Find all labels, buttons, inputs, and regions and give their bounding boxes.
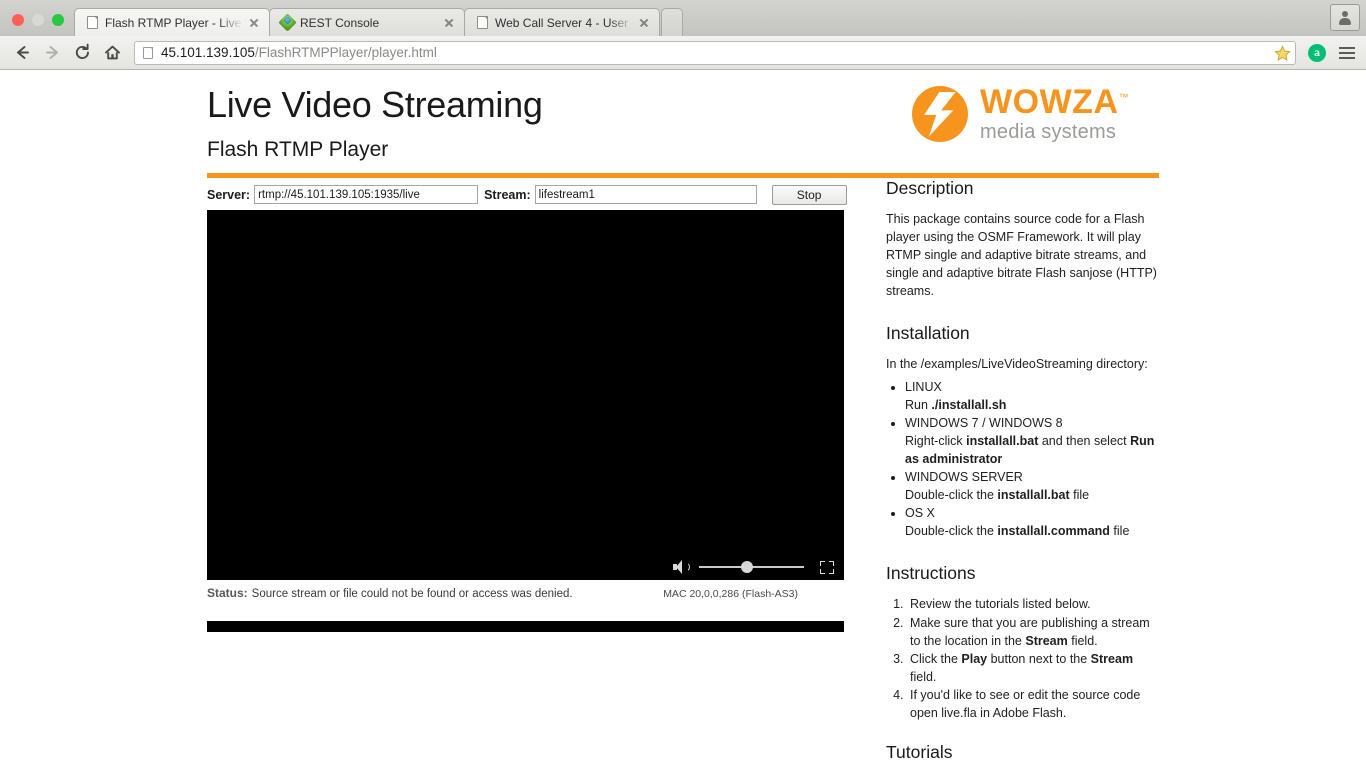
reload-button[interactable] [68, 39, 96, 67]
home-icon [104, 45, 120, 60]
url-text: 45.101.139.105/FlashRTMPPlayer/player.ht… [161, 45, 437, 60]
trademark-symbol: ™ [1118, 92, 1129, 104]
install-detail: Double-click the installall.command file [905, 524, 1130, 539]
video-control-bar [207, 554, 844, 580]
url-path: /FlashRTMPPlayer/player.html [254, 45, 437, 60]
player-footer-strip [207, 621, 844, 632]
back-arrow-icon [16, 46, 29, 59]
tab-title: Web Call Server 4 - User G [495, 15, 633, 30]
page-icon [85, 16, 99, 30]
tutorials-heading: Tutorials [886, 742, 953, 763]
install-detail: Double-click the installall.bat file [905, 488, 1090, 503]
installation-intro: In the /examples/LiveVideoStreaming dire… [886, 357, 1148, 372]
volume-slider[interactable] [699, 561, 804, 573]
server-input[interactable] [254, 185, 479, 204]
forward-arrow-icon [45, 46, 58, 59]
close-window-button[interactable] [12, 14, 24, 26]
tab-title: Flash RTMP Player - Live V [105, 15, 243, 30]
instructions-list: Review the tutorials listed below. Make … [886, 595, 1159, 722]
page-content: Live Video Streaming Flash RTMP Player W… [207, 71, 1159, 763]
list-item: Review the tutorials listed below. [907, 595, 1159, 613]
logo-tagline: media systems [980, 121, 1117, 143]
player-status-bar: Status: Source stream or file could not … [207, 580, 844, 600]
profile-button[interactable] [1330, 4, 1360, 31]
star-icon [1274, 44, 1291, 61]
page-icon [475, 16, 489, 30]
tab-web-call-server[interactable]: Web Call Server 4 - User G [464, 8, 660, 36]
home-button[interactable] [98, 39, 126, 67]
page-viewport: Live Video Streaming Flash RTMP Player W… [0, 71, 1366, 768]
description-heading: Description [886, 178, 974, 198]
person-icon [1339, 10, 1352, 25]
url-host: 45.101.139.105 [161, 45, 255, 60]
documentation-column: Description This package contains source… [879, 178, 1159, 763]
video-player[interactable] [207, 210, 844, 580]
logo-brand: WOWZA™ [980, 83, 1129, 121]
stream-input[interactable] [534, 185, 757, 204]
tab-rest-console[interactable]: REST Console [269, 8, 465, 36]
list-item: WINDOWS SERVER Double-click the installa… [905, 468, 1159, 504]
install-detail: Run ./installall.sh [905, 397, 1007, 412]
extension-icon[interactable]: a [1308, 43, 1326, 62]
installation-list: LINUX Run ./installall.sh WINDOWS 7 / WI… [886, 378, 1159, 541]
player-controls-bar: Server: Stream: Stop [207, 178, 879, 206]
installation-heading: Installation [886, 323, 970, 344]
tab-list: Flash RTMP Player - Live V REST Console … [74, 0, 683, 36]
page-icon [143, 46, 153, 59]
install-platform: LINUX [905, 379, 942, 394]
bookmark-button[interactable] [1274, 44, 1291, 62]
close-icon[interactable] [637, 16, 651, 30]
install-detail: Right-click installall.bat and then sele… [905, 433, 1155, 466]
wowza-bolt-icon [912, 85, 969, 142]
status-message: Source stream or file could not be found… [251, 588, 573, 600]
install-platform: OS X [905, 506, 935, 521]
list-item: OS X Double-click the installall.command… [905, 504, 1159, 540]
content-columns: Server: Stream: Stop [207, 178, 1159, 763]
address-bar[interactable]: 45.101.139.105/FlashRTMPPlayer/player.ht… [134, 40, 1296, 65]
tab-strip: Flash RTMP Player - Live V REST Console … [0, 0, 1366, 36]
speaker-icon[interactable] [673, 560, 691, 574]
window-traffic-lights [8, 14, 74, 36]
reload-icon [75, 43, 89, 60]
list-item: Click the Play button next to the Stream… [907, 650, 1159, 686]
list-item: If you'd like to see or edit the source … [907, 686, 1159, 722]
tab-flash-rtmp-player[interactable]: Flash RTMP Player - Live V [74, 8, 270, 36]
browser-window: Flash RTMP Player - Live V REST Console … [0, 0, 1366, 768]
install-platform: WINDOWS SERVER [905, 470, 1023, 485]
stop-button[interactable]: Stop [771, 184, 847, 205]
player-column: Server: Stream: Stop [207, 178, 879, 763]
rest-console-icon [277, 13, 297, 32]
wowza-logo: WOWZA™ media systems [912, 85, 1129, 142]
description-text: This package contains source code for a … [886, 212, 1157, 299]
new-tab-button[interactable] [661, 8, 683, 36]
hamburger-menu-icon[interactable] [1336, 41, 1358, 65]
list-item: LINUX Run ./installall.sh [905, 378, 1159, 414]
fullscreen-icon[interactable] [820, 560, 834, 574]
close-icon[interactable] [247, 16, 261, 30]
browser-toolbar: 45.101.139.105/FlashRTMPPlayer/player.ht… [0, 36, 1366, 70]
back-button[interactable] [8, 39, 36, 67]
close-icon[interactable] [442, 16, 456, 30]
instructions-heading: Instructions [886, 563, 976, 584]
list-item: Make sure that you are publishing a stre… [907, 614, 1159, 650]
minimize-window-button[interactable] [32, 14, 44, 26]
list-item: WINDOWS 7 / WINDOWS 8 Right-click instal… [905, 414, 1159, 468]
server-label: Server: [207, 187, 251, 202]
status-label: Status: [207, 586, 248, 600]
page-header: Live Video Streaming Flash RTMP Player W… [207, 71, 1159, 166]
install-platform: WINDOWS 7 / WINDOWS 8 [905, 415, 1063, 430]
volume-slider-handle[interactable] [741, 561, 754, 573]
forward-button[interactable] [38, 39, 66, 67]
tab-title: REST Console [300, 15, 380, 30]
stream-label: Stream: [484, 187, 531, 202]
flash-version-label: MAC 20,0,0,286 (Flash-AS3) [663, 588, 798, 600]
maximize-window-button[interactable] [52, 14, 64, 26]
